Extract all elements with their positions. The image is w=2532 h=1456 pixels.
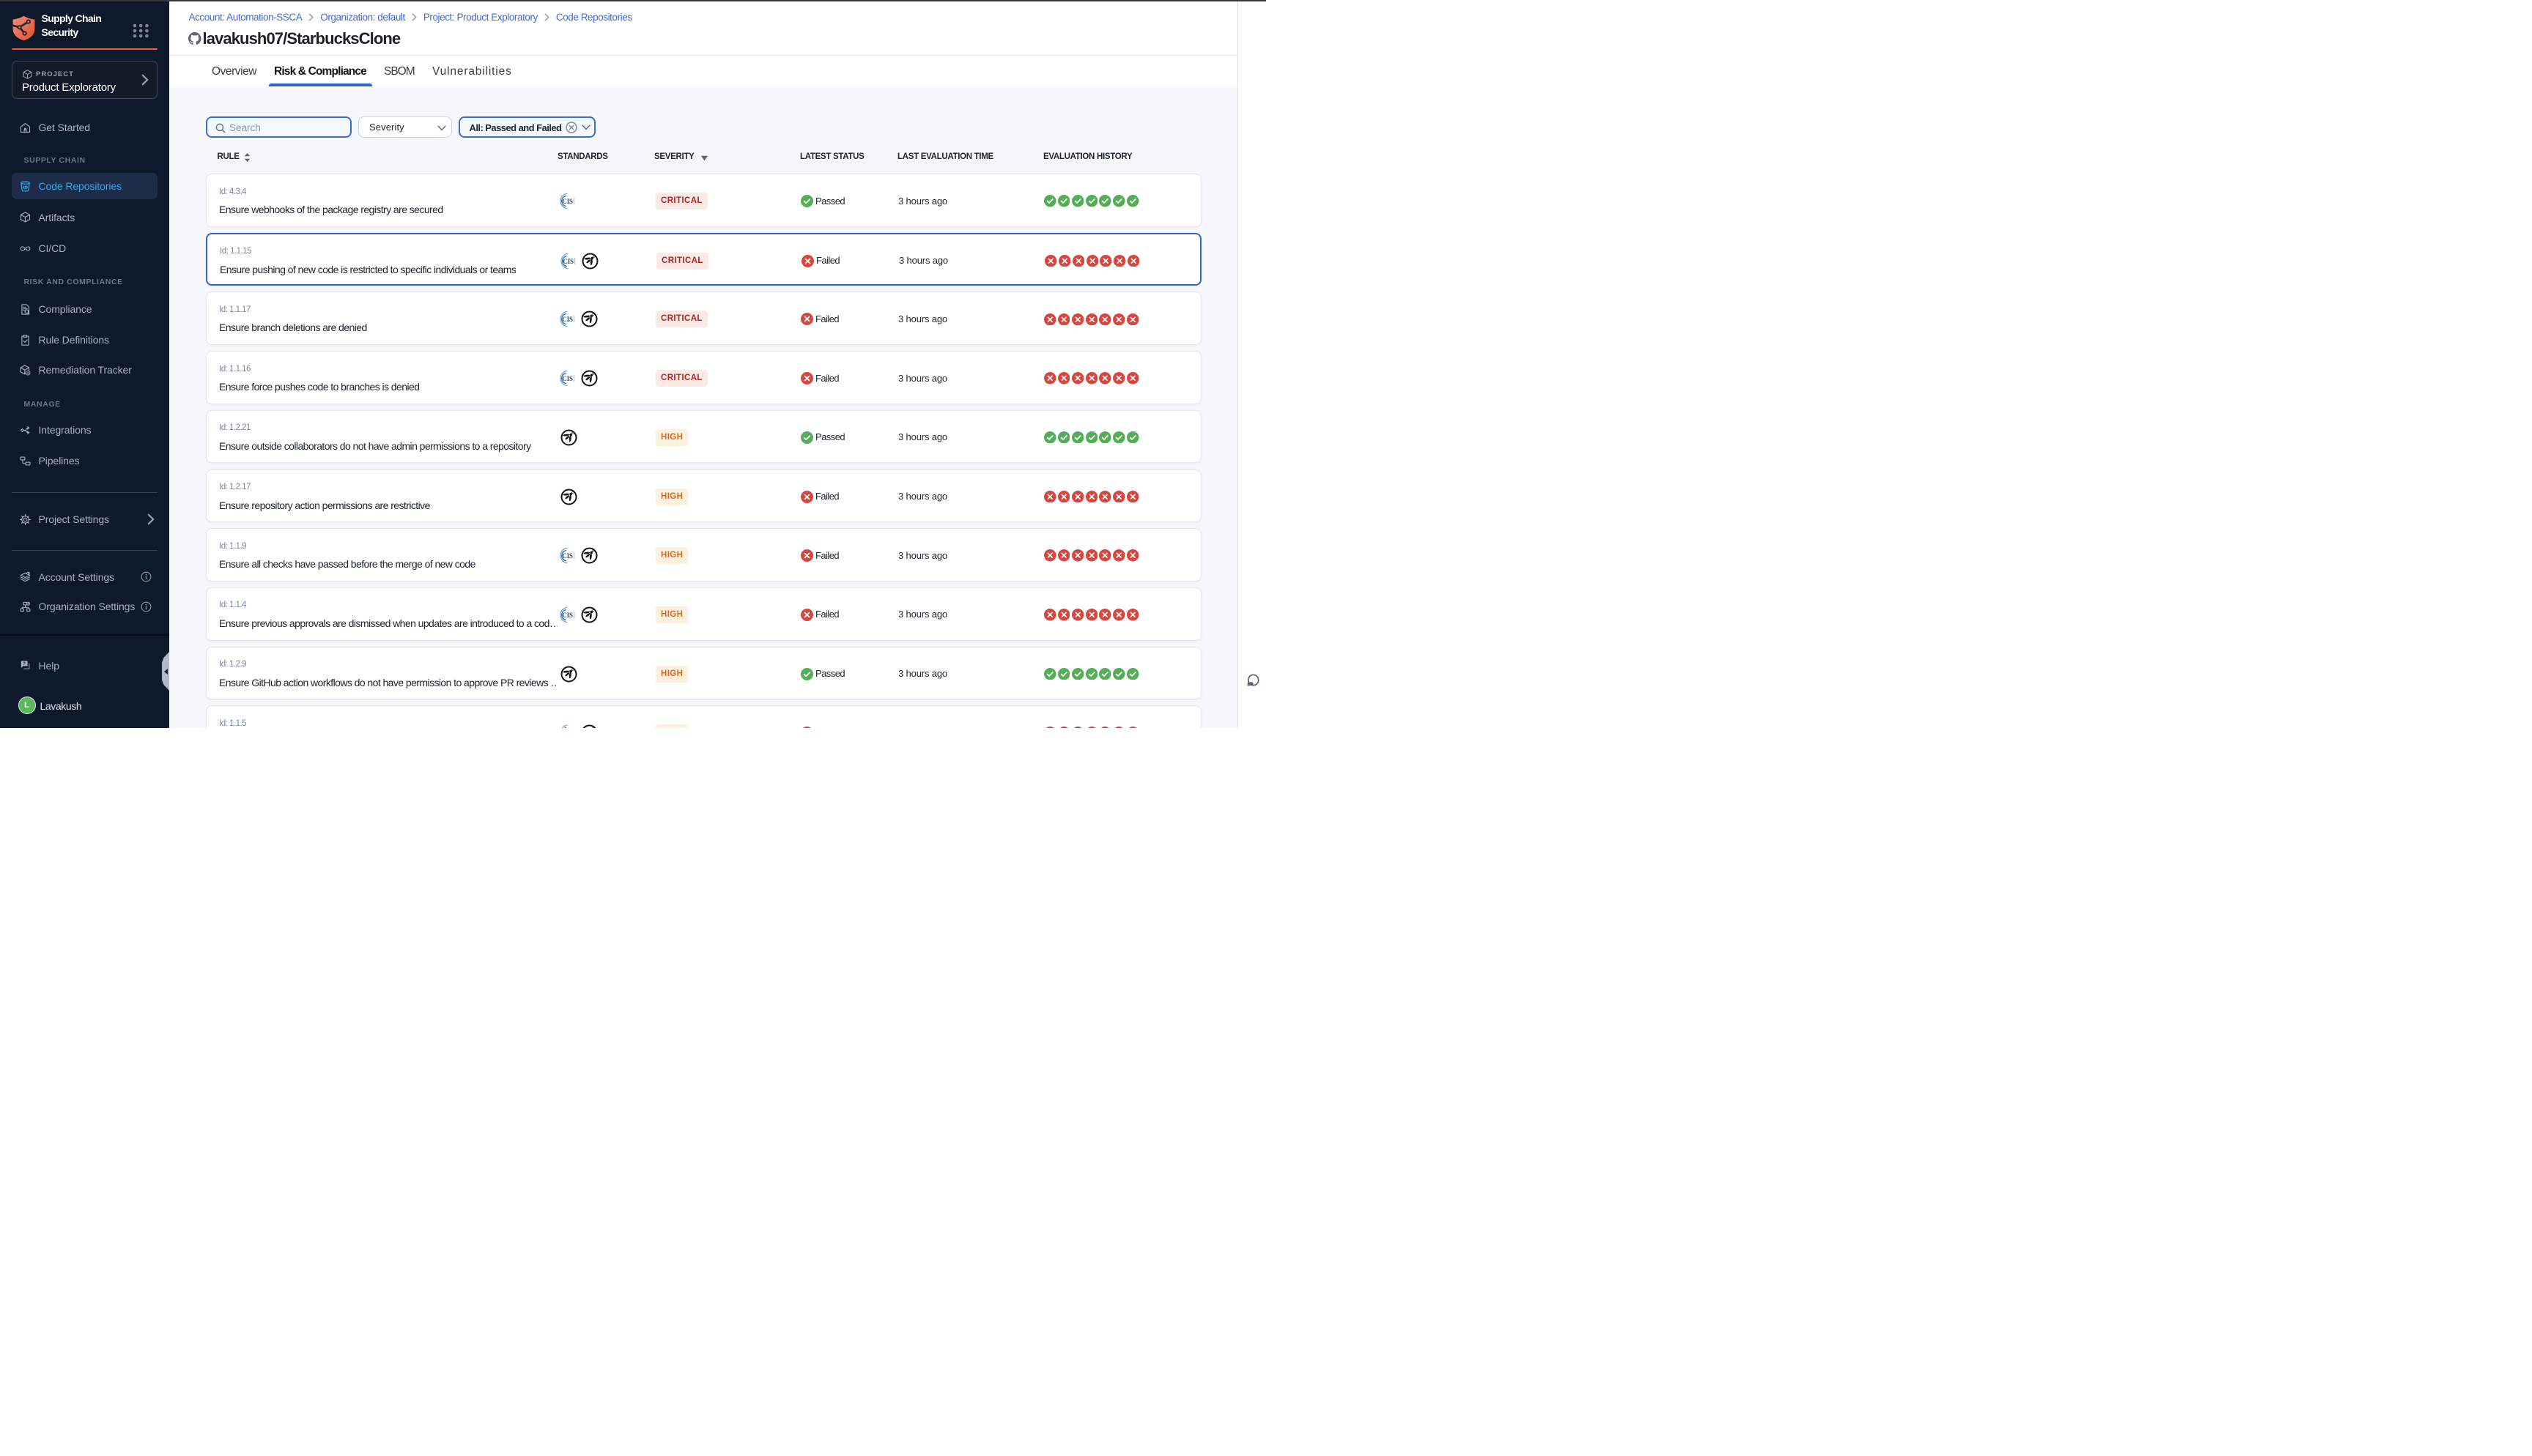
svg-text:CIS: CIS — [562, 316, 573, 324]
svg-text:CIS: CIS — [563, 258, 574, 265]
svg-text:CIS: CIS — [562, 375, 573, 382]
svg-text:CIS: CIS — [562, 612, 573, 619]
svg-text:CIS: CIS — [562, 198, 573, 205]
svg-text:CIS: CIS — [562, 552, 573, 560]
svg-text:?: ? — [23, 661, 26, 666]
